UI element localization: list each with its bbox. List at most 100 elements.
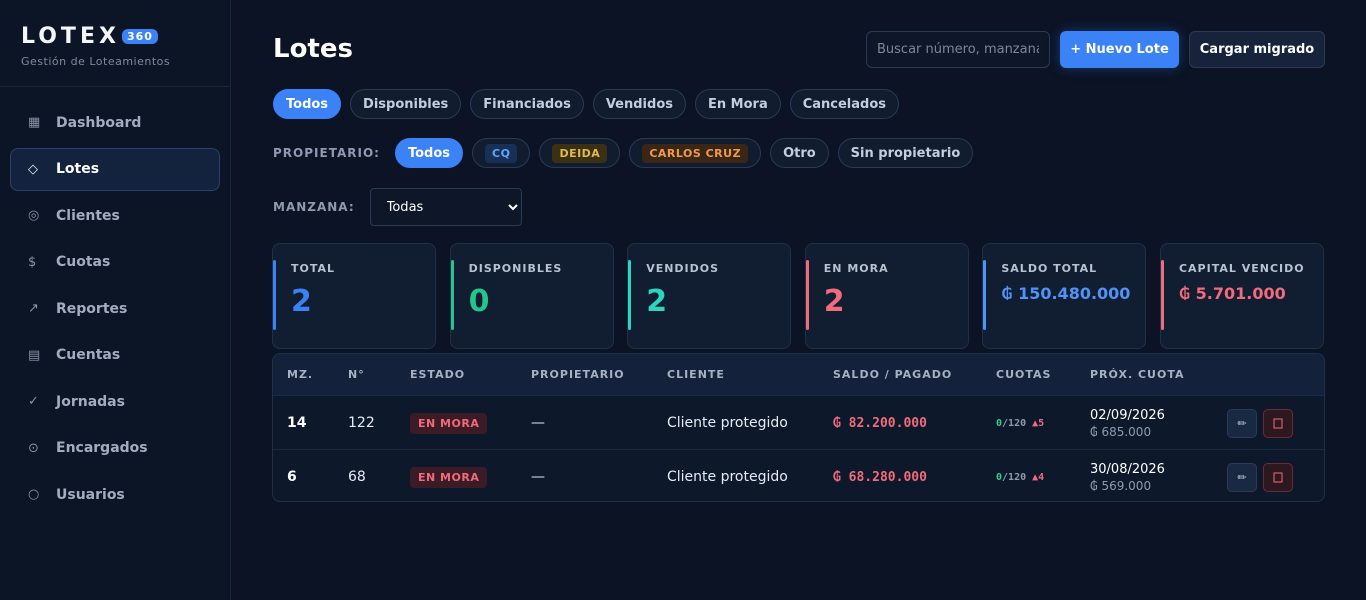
owner-chip-carlos-cruz[interactable]: CARLOS CRUZ <box>629 138 762 168</box>
stats-row: TOTAL 2 DISPONIBLES 0 VENDIDOS 2 EN MORA… <box>272 243 1324 349</box>
sidebar-item-usuarios[interactable]: ○ Usuarios <box>10 473 220 517</box>
new-lote-button[interactable]: + Nuevo Lote <box>1060 31 1179 68</box>
cell-estado: EN MORA <box>410 450 488 501</box>
user-circle-icon: ○ <box>28 487 40 503</box>
sidebar-item-cuotas[interactable]: $ Cuotas <box>10 241 220 285</box>
stat-label: SALDO TOTAL <box>1001 262 1098 275</box>
owner-chip-todos[interactable]: Todos <box>394 138 463 168</box>
filter-chip-todos[interactable]: Todos <box>273 89 342 119</box>
col-header-estado[interactable]: ESTADO <box>410 368 465 381</box>
stat-value: 2 <box>646 284 668 319</box>
stat-label: DISPONIBLES <box>468 262 563 275</box>
sidebar-item-label: Reportes <box>56 300 128 317</box>
sidebar-item-label: Clientes <box>56 207 120 224</box>
trash-icon[interactable] <box>1263 462 1293 492</box>
table-row[interactable]: 6 68 EN MORA — Cliente protegido ₲ 68.28… <box>273 449 1324 501</box>
stat-value: ₲ 5.701.000 <box>1178 284 1286 303</box>
cuotas-total: /120 <box>1002 417 1027 429</box>
sidebar: LOTEX 360 Gestión de Loteamientos ▦ Dash… <box>0 0 231 600</box>
sidebar-item-encargados[interactable]: ⊙ Encargados <box>10 427 220 471</box>
edit-icon[interactable]: ✏ <box>1227 408 1257 438</box>
cell-propietario: — <box>531 469 545 485</box>
page-title: Lotes <box>273 34 353 64</box>
sidebar-item-dashboard[interactable]: ▦ Dashboard <box>10 101 220 145</box>
brand-subtitle: Gestión de Loteamientos <box>21 55 171 68</box>
sidebar-nav: ▦ Dashboard ◇ Lotes ◎ Clientes $ Cuotas … <box>0 87 230 517</box>
owner-chip-sin-propietario[interactable]: Sin propietario <box>837 138 974 168</box>
cell-actions: ✏ <box>1227 396 1293 450</box>
saldo-value: ₲ 68.280.000 <box>833 469 927 485</box>
cell-prox-cuota: 02/09/2026 ₲ 685.000 <box>1090 396 1165 450</box>
sidebar-item-label: Lotes <box>56 161 100 178</box>
stat-value: 2 <box>823 284 845 319</box>
cell-prox-cuota: 30/08/2026 ₲ 569.000 <box>1090 450 1165 501</box>
block-filter-label: MANZANA: <box>273 200 355 214</box>
sidebar-item-label: Dashboard <box>56 114 142 131</box>
owner-filter-label: PROPIETARIO: <box>273 146 380 160</box>
col-header-prox-cuota[interactable]: PRÓX. CUOTA <box>1090 368 1185 381</box>
prox-cuota-amount: ₲ 685.000 <box>1090 424 1152 439</box>
trash-icon-glyph <box>1273 418 1283 429</box>
cell-saldo: ₲ 82.200.000 <box>833 396 927 450</box>
status-badge: EN MORA <box>410 466 488 488</box>
cell-mz: 6 <box>287 469 297 485</box>
filter-chip-vendidos[interactable]: Vendidos <box>592 89 686 119</box>
dollar-icon: $ <box>28 254 37 270</box>
col-header-propietario[interactable]: PROPIETARIO <box>531 368 625 381</box>
stat-label: VENDIDOS <box>646 262 720 275</box>
filter-chip-en-mora[interactable]: En Mora <box>695 89 781 119</box>
col-header-numero[interactable]: N° <box>348 368 365 381</box>
main-content: Lotes + Nuevo Lote Cargar migrado Todos … <box>231 0 1366 600</box>
filter-chip-financiados[interactable]: Financiados <box>470 89 584 119</box>
cell-cliente: Cliente protegido <box>667 469 788 485</box>
owner-filter-row: PROPIETARIO: Todos CQ DEIDA CARLOS CRUZ … <box>273 138 982 168</box>
col-header-saldo[interactable]: SALDO / PAGADO <box>833 368 952 381</box>
stat-value: 0 <box>468 284 490 319</box>
cell-numero: 68 <box>348 469 366 485</box>
stat-card-disponibles: DISPONIBLES 0 <box>449 243 614 349</box>
filter-chip-cancelados[interactable]: Cancelados <box>789 89 900 119</box>
status-filter-row: Todos Disponibles Financiados Vendidos E… <box>273 89 908 119</box>
owner-tag-deida: DEIDA <box>552 143 608 163</box>
cell-estado: EN MORA <box>410 396 488 450</box>
person-circle-icon: ⊙ <box>28 440 39 456</box>
cuotas-overdue: ▲4 <box>1032 471 1045 483</box>
owner-chip-otro[interactable]: Otro <box>770 138 829 168</box>
sidebar-item-cuentas[interactable]: ▤ Cuentas <box>10 334 220 378</box>
dashboard-icon: ▦ <box>28 115 41 131</box>
filter-chip-disponibles[interactable]: Disponibles <box>350 89 462 119</box>
cuotas-overdue: ▲5 <box>1032 417 1045 429</box>
stat-value: 2 <box>291 284 312 319</box>
sidebar-item-lotes[interactable]: ◇ Lotes <box>10 147 220 191</box>
search-input[interactable] <box>866 31 1050 68</box>
sidebar-item-clientes[interactable]: ◎ Clientes <box>10 194 220 238</box>
cell-cuotas: 0 /120 ▲5 <box>996 396 1044 450</box>
table-row[interactable]: 14 122 EN MORA — Cliente protegido ₲ 82.… <box>273 395 1324 449</box>
block-select[interactable]: Todas <box>369 188 522 226</box>
stat-card-saldo-total: SALDO TOTAL ₲ 150.480.000 <box>982 243 1147 349</box>
load-migrated-button[interactable]: Cargar migrado <box>1189 31 1325 68</box>
sidebar-item-label: Encargados <box>56 440 148 457</box>
owner-chip-deida[interactable]: DEIDA <box>539 138 621 168</box>
sidebar-item-label: Cuentas <box>56 347 121 364</box>
trash-icon[interactable] <box>1263 408 1293 438</box>
owner-tag-cq: CQ <box>485 143 518 163</box>
sidebar-item-reportes[interactable]: ↗ Reportes <box>10 287 220 331</box>
check-icon: ✓ <box>28 394 39 410</box>
col-header-mz[interactable]: MZ. <box>287 368 313 381</box>
trend-arrow-icon: ↗ <box>28 301 39 317</box>
trash-icon-glyph <box>1273 472 1283 483</box>
owner-tag-carlos-cruz: CARLOS CRUZ <box>642 143 749 163</box>
edit-icon[interactable]: ✏ <box>1227 462 1257 492</box>
sidebar-item-label: Usuarios <box>56 486 125 503</box>
col-header-cuotas[interactable]: CUOTAS <box>996 368 1051 381</box>
sidebar-item-jornadas[interactable]: ✓ Jornadas <box>10 380 220 424</box>
cell-propietario: — <box>531 415 545 431</box>
ledger-icon: ▤ <box>28 347 41 363</box>
col-header-cliente[interactable]: CLIENTE <box>667 368 725 381</box>
owner-chip-cq[interactable]: CQ <box>472 138 531 168</box>
status-badge: EN MORA <box>410 412 488 434</box>
cell-saldo: ₲ 68.280.000 <box>833 450 927 501</box>
cell-mz: 14 <box>287 415 307 431</box>
stat-label: TOTAL <box>291 262 336 275</box>
